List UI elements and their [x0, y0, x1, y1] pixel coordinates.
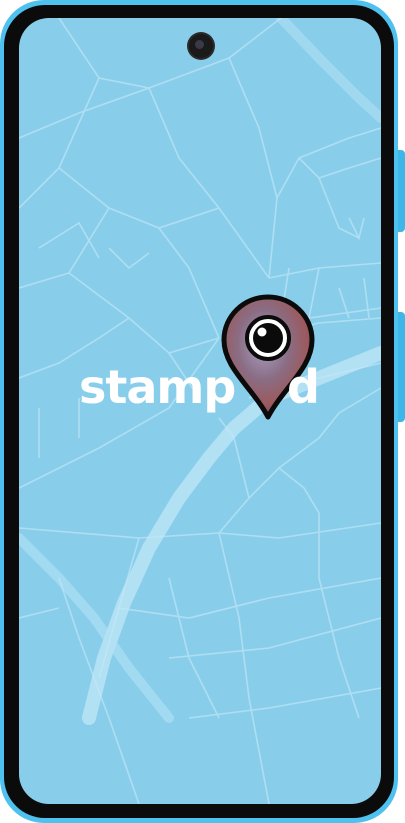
front-camera — [189, 34, 213, 58]
logo-text-left: stamp — [79, 360, 236, 414]
power-button — [398, 312, 405, 422]
phone-device: stamp d — [0, 0, 405, 823]
splash-screen: stamp d — [19, 18, 381, 804]
logo-text-right: d — [287, 360, 320, 414]
volume-button — [398, 150, 405, 232]
